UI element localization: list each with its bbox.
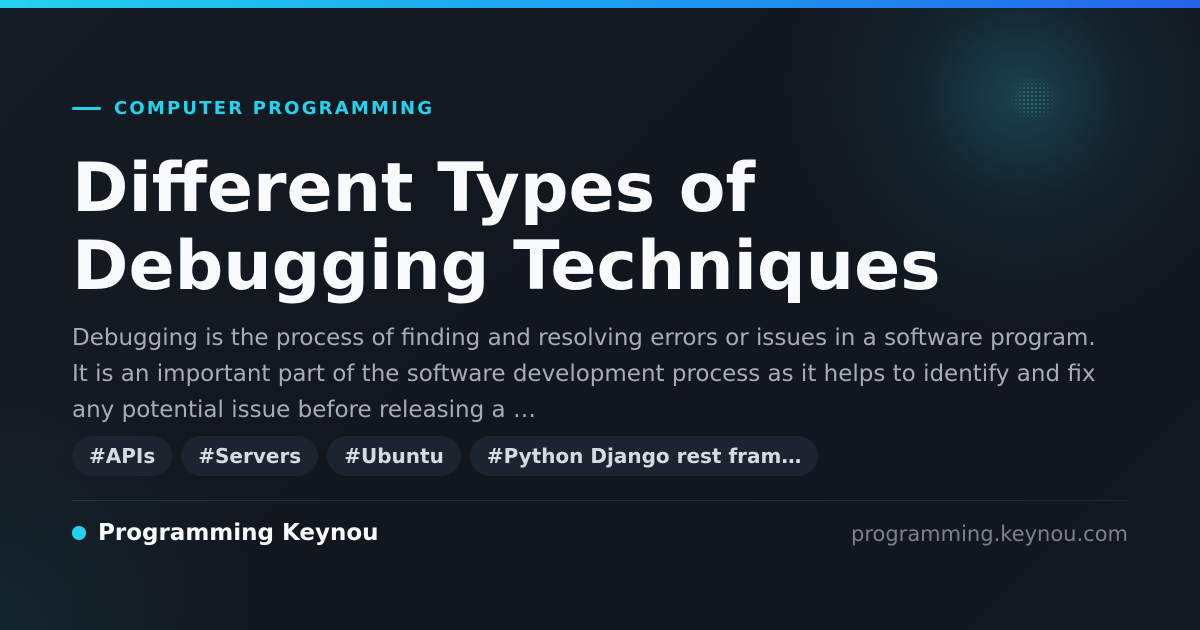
page-title: Different Types of Debugging Techniques xyxy=(72,149,941,306)
dash-icon xyxy=(72,106,101,110)
site-domain: programming.keynou.com xyxy=(851,522,1128,546)
tag-pill[interactable]: #Servers xyxy=(181,436,319,476)
description: Debugging is the process of finding and … xyxy=(72,325,1096,423)
dot-icon xyxy=(72,526,86,540)
brand-name: Programming Keynou xyxy=(98,520,379,546)
tag-pill[interactable]: #APIs xyxy=(72,436,173,476)
dot-pattern-decoration xyxy=(1010,78,1058,120)
tag-pill[interactable]: #Ubuntu xyxy=(327,436,461,476)
category-eyebrow: COMPUTER PROGRAMMING xyxy=(72,96,434,120)
divider xyxy=(72,500,1128,501)
tag-list: #APIs #Servers #Ubuntu #Python Django re… xyxy=(72,436,819,476)
tag-pill[interactable]: #Python Django rest fram… xyxy=(469,436,819,476)
brand: Programming Keynou xyxy=(72,518,379,548)
top-accent-bar xyxy=(0,0,1200,8)
category-label: COMPUTER PROGRAMMING xyxy=(114,97,435,119)
